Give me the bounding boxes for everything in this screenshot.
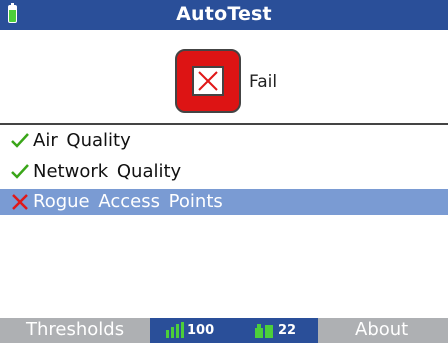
device-count: 22 bbox=[278, 323, 297, 338]
title-bar: AutoTest bbox=[0, 0, 448, 30]
signal-value: 100 bbox=[187, 323, 215, 338]
page-title: AutoTest bbox=[176, 3, 272, 25]
about-softkey[interactable]: About bbox=[355, 319, 408, 340]
divider bbox=[0, 123, 448, 125]
test-row-air-quality[interactable]: Air Quality bbox=[0, 128, 448, 154]
x-icon bbox=[10, 192, 30, 216]
fail-status-icon bbox=[175, 49, 241, 113]
check-icon bbox=[10, 131, 30, 153]
thresholds-softkey[interactable]: Thresholds bbox=[26, 319, 124, 340]
status-indicators: 100 22 bbox=[150, 318, 318, 343]
test-label: Air Quality bbox=[33, 130, 131, 151]
x-icon bbox=[192, 66, 224, 96]
devices-icon bbox=[255, 322, 273, 342]
test-label: Network Quality bbox=[33, 161, 182, 182]
test-row-rogue-access-points[interactable]: Rogue Access Points bbox=[0, 189, 448, 215]
check-icon bbox=[10, 162, 30, 184]
test-row-network-quality[interactable]: Network Quality bbox=[0, 159, 448, 185]
status-text: Fail bbox=[249, 72, 278, 92]
signal-bars-icon bbox=[166, 322, 184, 342]
test-label: Rogue Access Points bbox=[33, 191, 223, 212]
